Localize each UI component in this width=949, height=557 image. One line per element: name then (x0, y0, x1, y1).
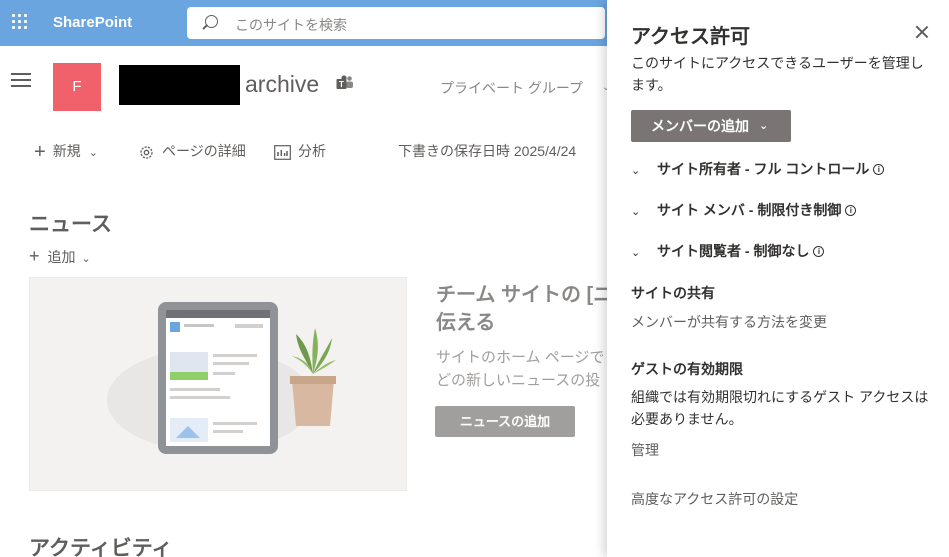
group-site-owners[interactable]: ⌄ サイト所有者 - フル コントロール i (631, 159, 885, 179)
site-sharing-heading: サイトの共有 (631, 285, 715, 301)
app-launcher-icon[interactable] (12, 14, 28, 30)
group-label: サイト メンバ - 制限付き制御 (657, 202, 842, 218)
plus-icon: + (34, 141, 46, 164)
site-title[interactable]: archive (245, 71, 319, 98)
chevron-down-icon: ⌄ (81, 253, 91, 265)
news-title: ニュース (29, 213, 112, 236)
page-details-label: ページの詳細 (162, 143, 246, 159)
close-icon[interactable] (914, 24, 930, 40)
add-news-button[interactable]: ニュースの追加 (435, 406, 575, 437)
guest-expiration-heading: ゲストの有効期限 (631, 361, 743, 377)
analytics-button[interactable]: 分析 (274, 141, 326, 161)
panel-description: このサイトにアクセスできるユーザーを管理します。 (631, 55, 924, 93)
analytics-label: 分析 (298, 143, 326, 159)
news-add-label: 追加 (47, 249, 76, 265)
site-logo[interactable]: F (53, 63, 101, 111)
group-site-visitors[interactable]: ⌄ サイト閲覧者 - 制御なし i (631, 241, 825, 261)
new-button[interactable]: + 新規 ⌄ (34, 141, 98, 164)
add-member-label: メンバーの追加 (651, 118, 749, 134)
panel-title: アクセス許可 (631, 26, 750, 48)
group-site-members[interactable]: ⌄ サイト メンバ - 制限付き制御 i (631, 200, 857, 220)
search-icon (205, 15, 218, 28)
draft-saved-status: 下書きの保存日時 2025/4/24 (398, 143, 577, 159)
redacted-block (119, 65, 240, 105)
search-placeholder[interactable]: このサイトを検索 (235, 15, 347, 35)
chevron-down-icon: ⌄ (631, 206, 641, 218)
news-heading: チーム サイトの [ニ 伝える (436, 284, 614, 334)
news-placeholder-card (29, 277, 407, 491)
news-illustration (107, 302, 336, 454)
chevron-down-icon: ⌄ (88, 147, 98, 159)
analytics-icon (274, 144, 291, 160)
manage-link[interactable]: 管理 (631, 439, 659, 461)
group-label: サイト閲覧者 - 制御なし (657, 243, 810, 259)
permissions-panel: アクセス許可 このサイトにアクセスできるユーザーを管理します。 メンバーの追加 … (607, 0, 949, 557)
advanced-permissions-link[interactable]: 高度なアクセス許可の設定 (631, 488, 798, 510)
privacy-label[interactable]: プライベート グループ (440, 78, 583, 98)
activity-title: アクティビティ (29, 537, 173, 557)
guest-expiration-text: 組織では有効期限切れにするゲスト アクセスは必要ありません。 (631, 389, 929, 427)
new-label: 新規 (52, 143, 81, 159)
group-label: サイト所有者 - フル コントロール (657, 161, 870, 177)
chevron-down-icon: ⌄ (631, 247, 641, 259)
page-details-button[interactable]: ページの詳細 (138, 141, 246, 161)
chevron-down-icon: ⌄ (759, 120, 769, 132)
brand-label[interactable]: SharePoint (53, 14, 132, 31)
svg-text:T: T (339, 80, 344, 89)
plus-icon: + (29, 246, 40, 266)
info-icon[interactable]: i (813, 246, 825, 257)
info-icon[interactable]: i (873, 164, 885, 175)
news-add-button[interactable]: + 追加 ⌄ (29, 246, 91, 267)
info-icon[interactable]: i (845, 205, 857, 216)
news-description: サイトのホーム ページで どの新しいニュースの投 (436, 349, 605, 389)
chevron-down-icon: ⌄ (631, 165, 641, 177)
change-sharing-link[interactable]: メンバーが共有する方法を変更 (631, 311, 827, 333)
search-box[interactable]: このサイトを検索 (187, 7, 605, 39)
gear-icon (140, 146, 153, 159)
add-member-button[interactable]: メンバーの追加 ⌄ (631, 110, 791, 142)
teams-icon[interactable]: T (336, 75, 354, 91)
menu-icon[interactable] (11, 73, 31, 88)
